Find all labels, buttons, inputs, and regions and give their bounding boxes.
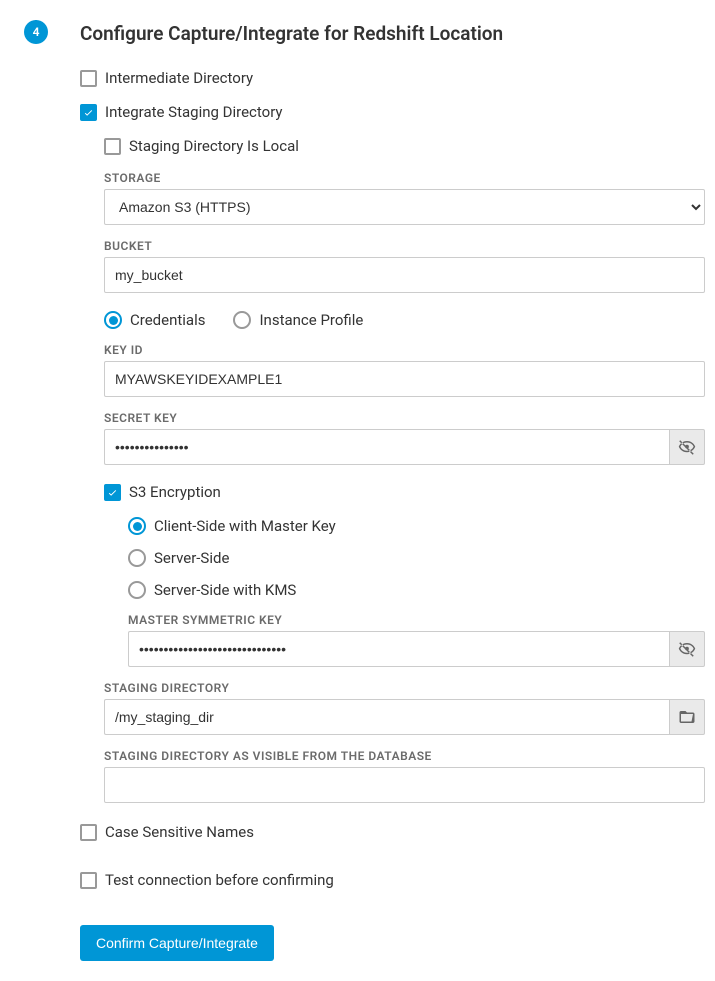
master-key-field-label: MASTER SYMMETRIC KEY	[128, 613, 705, 627]
checkmark-icon	[107, 487, 118, 498]
folder-open-icon	[678, 708, 696, 726]
master-key-input[interactable]	[128, 631, 669, 667]
staging-directory-input[interactable]	[104, 699, 669, 735]
case-sensitive-names-checkbox[interactable]	[80, 824, 97, 841]
radio-icon	[128, 517, 146, 535]
staging-directory-field-label: STAGING DIRECTORY	[104, 681, 705, 695]
server-side-kms-radio[interactable]: Server-Side with KMS	[128, 581, 705, 599]
server-side-radio-label: Server-Side	[154, 549, 229, 567]
client-side-master-key-radio[interactable]: Client-Side with Master Key	[128, 517, 705, 535]
key-id-input[interactable]	[104, 361, 705, 397]
radio-icon	[233, 311, 251, 329]
confirm-button[interactable]: Confirm Capture/Integrate	[80, 925, 274, 961]
step-number-badge: 4	[24, 20, 48, 44]
test-connection-label[interactable]: Test connection before confirming	[105, 871, 334, 889]
s3-encryption-label[interactable]: S3 Encryption	[129, 483, 221, 501]
bucket-field-label: BUCKET	[104, 239, 705, 253]
staging-directory-local-checkbox[interactable]	[104, 138, 121, 155]
radio-icon	[104, 311, 122, 329]
server-side-radio[interactable]: Server-Side	[128, 549, 705, 567]
bucket-input[interactable]	[104, 257, 705, 293]
secret-key-field-label: SECRET KEY	[104, 411, 705, 425]
credentials-radio[interactable]: Credentials	[104, 311, 205, 329]
radio-icon	[128, 581, 146, 599]
browse-staging-directory-button[interactable]	[669, 699, 705, 735]
checkmark-icon	[83, 107, 94, 118]
toggle-secret-visibility-button[interactable]	[669, 429, 705, 465]
instance-profile-radio[interactable]: Instance Profile	[233, 311, 363, 329]
staging-directory-db-input[interactable]	[104, 767, 705, 803]
page-title: Configure Capture/Integrate for Redshift…	[80, 22, 705, 45]
storage-field-label: STORAGE	[104, 171, 705, 185]
radio-icon	[128, 549, 146, 567]
intermediate-directory-checkbox[interactable]	[80, 70, 97, 87]
secret-key-input[interactable]	[104, 429, 669, 465]
eye-off-icon	[678, 640, 696, 658]
integrate-staging-directory-checkbox[interactable]	[80, 104, 97, 121]
integrate-staging-directory-label[interactable]: Integrate Staging Directory	[105, 103, 283, 121]
toggle-master-key-visibility-button[interactable]	[669, 631, 705, 667]
eye-off-icon	[678, 438, 696, 456]
staging-directory-local-label[interactable]: Staging Directory Is Local	[129, 137, 299, 155]
server-side-kms-radio-label: Server-Side with KMS	[154, 581, 296, 599]
credentials-radio-label: Credentials	[130, 311, 205, 329]
s3-encryption-checkbox[interactable]	[104, 484, 121, 501]
intermediate-directory-label[interactable]: Intermediate Directory	[105, 69, 253, 87]
staging-directory-db-field-label: STAGING DIRECTORY AS VISIBLE FROM THE DA…	[104, 749, 705, 763]
client-side-radio-label: Client-Side with Master Key	[154, 517, 336, 535]
test-connection-checkbox[interactable]	[80, 872, 97, 889]
case-sensitive-names-label[interactable]: Case Sensitive Names	[105, 823, 254, 841]
key-id-field-label: KEY ID	[104, 343, 705, 357]
storage-select[interactable]: Amazon S3 (HTTPS)	[104, 189, 705, 225]
instance-profile-radio-label: Instance Profile	[259, 311, 363, 329]
